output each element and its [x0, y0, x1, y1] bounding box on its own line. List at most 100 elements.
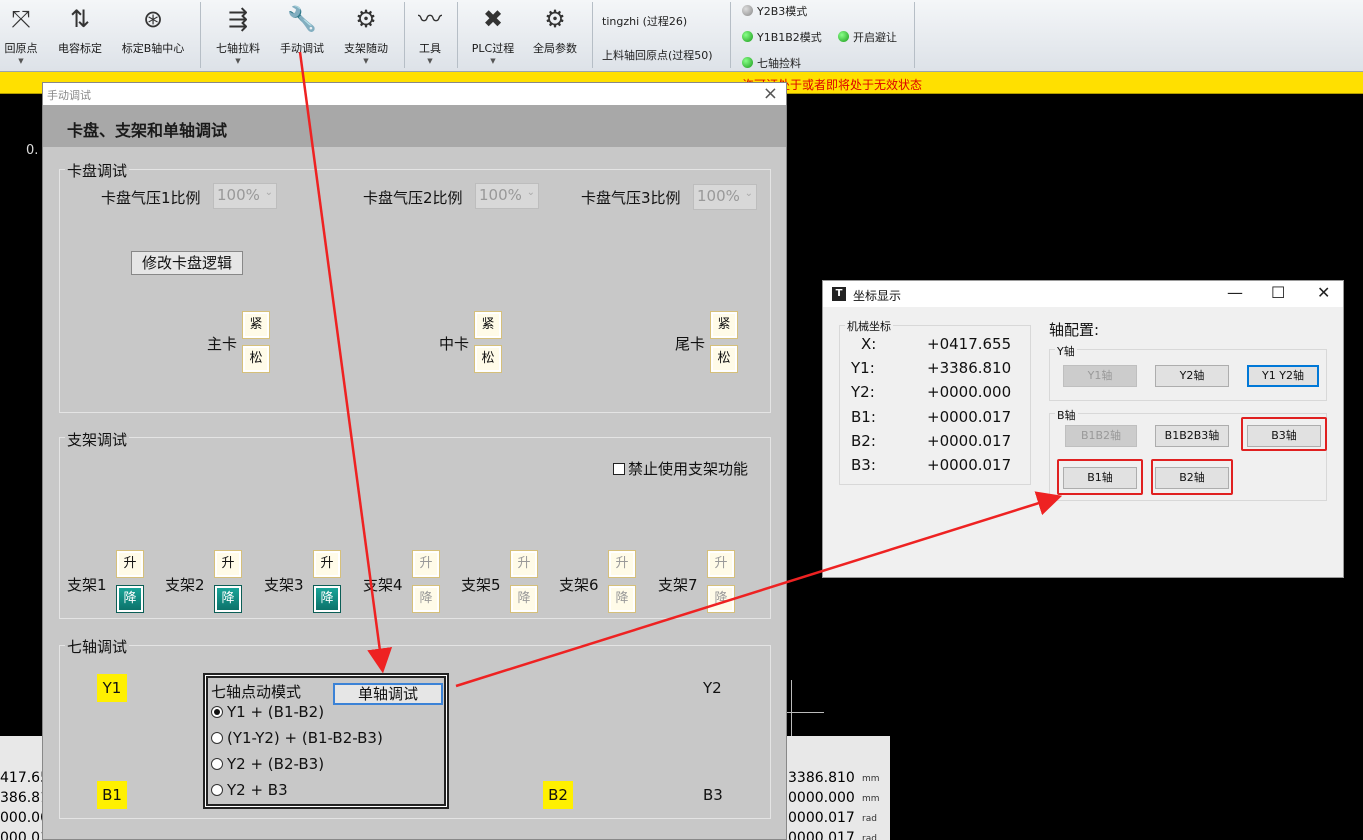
- coordinate-display-window: T 坐标显示 — ☐ ✕ 机械坐标 X: +0417.655 Y1: +3386…: [822, 280, 1344, 578]
- status-led-icon: [838, 31, 849, 42]
- coord-value: +0417.655: [927, 335, 1012, 353]
- jog-mode-radio-1[interactable]: Y1 + (B1-B2): [211, 703, 324, 721]
- coord-value: +0000.017: [927, 432, 1012, 450]
- dialog-titlebar[interactable]: 手动调试 ×: [43, 83, 786, 105]
- wrench-icon: 🔧: [287, 5, 317, 33]
- cursor-crosshair: [791, 680, 792, 736]
- support-7-down-button[interactable]: 降: [707, 585, 735, 613]
- calibrate-b-center-button[interactable]: ⊛ 标定B轴中心: [116, 2, 190, 68]
- waveform-icon: 〰: [418, 5, 442, 33]
- highlight-b1-box: [1057, 459, 1143, 495]
- chevron-down-icon: ⌄: [744, 188, 753, 199]
- middle-chuck-clamp-button[interactable]: 紧: [474, 311, 502, 339]
- radio-icon: [211, 758, 223, 770]
- support-label: 支架1: [67, 576, 107, 594]
- support-label: 支架2: [165, 576, 205, 594]
- home-origin-button[interactable]: ⤧ 回原点 ▼: [0, 2, 42, 68]
- support-3-up-button[interactable]: 升: [313, 550, 341, 578]
- support-6-down-button[interactable]: 降: [608, 585, 636, 613]
- support-2-up-button[interactable]: 升: [214, 550, 242, 578]
- ribbon-separator: [404, 2, 405, 68]
- chevron-down-icon: ⌄: [526, 187, 535, 198]
- feed-pull-icon: ⇶: [227, 5, 249, 33]
- minimize-icon[interactable]: —: [1227, 283, 1243, 302]
- close-icon[interactable]: ✕: [1317, 283, 1330, 302]
- seven-axis-pull-button[interactable]: ⇶ 七轴拉料 ▼: [212, 2, 264, 68]
- jog-mode-radio-4[interactable]: Y2 + B3: [211, 781, 288, 799]
- axis-origin-icon: ⤧: [11, 5, 31, 33]
- coord-axis-label: B1:: [851, 408, 876, 426]
- global-params-button[interactable]: ⚙ 全局参数: [526, 2, 584, 68]
- axis-tag-b1: B1: [97, 781, 127, 809]
- tail-chuck-release-button[interactable]: 松: [710, 345, 738, 373]
- b-axis-group-title: B轴: [1055, 407, 1078, 423]
- coord-axis-label: Y2:: [851, 383, 875, 401]
- process-status-2: 上料轴回原点(过程50): [602, 49, 713, 62]
- single-axis-debug-button[interactable]: 单轴调试: [333, 683, 443, 705]
- axis-tag-b2: B2: [543, 781, 573, 809]
- chevron-down-icon: ▼: [490, 57, 496, 65]
- radio-selected-icon: [211, 706, 223, 718]
- y2-axis-button[interactable]: Y2轴: [1155, 365, 1229, 387]
- modify-chuck-logic-button[interactable]: 修改卡盘逻辑: [131, 251, 243, 275]
- tools-button[interactable]: 〰 工具 ▼: [410, 2, 450, 68]
- manual-debug-dialog: 手动调试 × 卡盘、支架和单轴调试 卡盘调试 卡盘气压1比例 100% ⌄ 卡盘气…: [42, 82, 787, 840]
- dialog-header-title: 卡盘、支架和单轴调试: [67, 121, 228, 140]
- plc-process-button[interactable]: ✖ PLC过程 ▼: [464, 2, 522, 68]
- tail-chuck-clamp-button[interactable]: 紧: [710, 311, 738, 339]
- support-3-down-button[interactable]: 降: [313, 585, 341, 613]
- capacitor-calibrate-icon: ⇅: [69, 5, 91, 33]
- support-2-down-button[interactable]: 降: [214, 585, 242, 613]
- y1-y2-axis-button[interactable]: Y1 Y2轴: [1247, 365, 1319, 387]
- bottom-value: 0000.000: [788, 790, 855, 806]
- gears-icon: ⚙: [355, 5, 377, 33]
- support-1-up-button[interactable]: 升: [116, 550, 144, 578]
- bottom-unit: rad: [862, 834, 877, 840]
- b1b2-axis-button[interactable]: B1B2轴: [1065, 425, 1137, 447]
- machine-coords-title: 机械坐标: [845, 318, 893, 334]
- highlight-b2-box: [1151, 459, 1233, 495]
- close-icon[interactable]: ×: [763, 83, 778, 104]
- checkbox-icon: [613, 463, 625, 475]
- support-5-down-button[interactable]: 降: [510, 585, 538, 613]
- coord-titlebar[interactable]: T 坐标显示 — ☐ ✕: [823, 281, 1343, 307]
- support-5-up-button[interactable]: 升: [510, 550, 538, 578]
- process-status-1: tingzhi (过程26): [602, 15, 688, 28]
- y1-axis-button[interactable]: Y1轴: [1063, 365, 1137, 387]
- main-chuck-clamp-button[interactable]: 紧: [242, 311, 270, 339]
- support-label: 支架3: [264, 576, 304, 594]
- app-icon: T: [832, 287, 846, 301]
- coord-window-title: 坐标显示: [853, 289, 902, 303]
- y-axis-group-title: Y轴: [1055, 343, 1077, 359]
- b1b2b3-axis-button[interactable]: B1B2B3轴: [1155, 425, 1229, 447]
- support-follow-button[interactable]: ⚙ 支架随动 ▼: [338, 2, 394, 68]
- support-4-up-button[interactable]: 升: [412, 550, 440, 578]
- jog-mode-radio-3[interactable]: Y2 + (B2-B3): [211, 755, 324, 773]
- manual-debug-button[interactable]: 🔧 手动调试: [274, 2, 330, 68]
- chuck-pressure-2-select[interactable]: 100% ⌄: [475, 183, 539, 209]
- middle-chuck-release-button[interactable]: 松: [474, 345, 502, 373]
- chevron-down-icon: ▼: [363, 57, 369, 65]
- chuck-pressure-label: 卡盘气压3比例: [581, 189, 681, 207]
- axis-tag-b3: B3: [703, 786, 723, 804]
- support-4-down-button[interactable]: 降: [412, 585, 440, 613]
- support-1-down-button[interactable]: 降: [116, 585, 144, 613]
- status-y1b1b2-mode: Y1B1B2模式: [742, 29, 822, 45]
- bottom-value: 0000.017: [788, 830, 855, 840]
- chuck-pressure-3-select[interactable]: 100% ⌄: [693, 184, 757, 210]
- disable-support-checkbox[interactable]: 禁止使用支架功能: [613, 458, 748, 479]
- plc-tools-icon: ✖: [482, 5, 504, 33]
- support-7-up-button[interactable]: 升: [707, 550, 735, 578]
- maximize-icon[interactable]: ☐: [1271, 283, 1285, 302]
- capacitor-calibrate-button[interactable]: ⇅ 电容标定: [52, 2, 108, 68]
- chuck-label: 中卡: [439, 335, 470, 353]
- bottom-unit: mm: [862, 794, 880, 804]
- ribbon-separator: [200, 2, 201, 68]
- chuck-pressure-1-select[interactable]: 100% ⌄: [213, 183, 277, 209]
- status-y2b3-mode: Y2B3模式: [742, 3, 807, 19]
- main-chuck-release-button[interactable]: 松: [242, 345, 270, 373]
- ribbon-toolbar: ⤧ 回原点 ▼ ⇅ 电容标定 ⊛ 标定B轴中心 ⇶ 七轴拉料 ▼ 🔧 手动调试 …: [0, 0, 1363, 72]
- status-avoid-enabled: 开启避让: [838, 29, 897, 45]
- support-6-up-button[interactable]: 升: [608, 550, 636, 578]
- jog-mode-radio-2[interactable]: (Y1-Y2) + (B1-B2-B3): [211, 729, 383, 747]
